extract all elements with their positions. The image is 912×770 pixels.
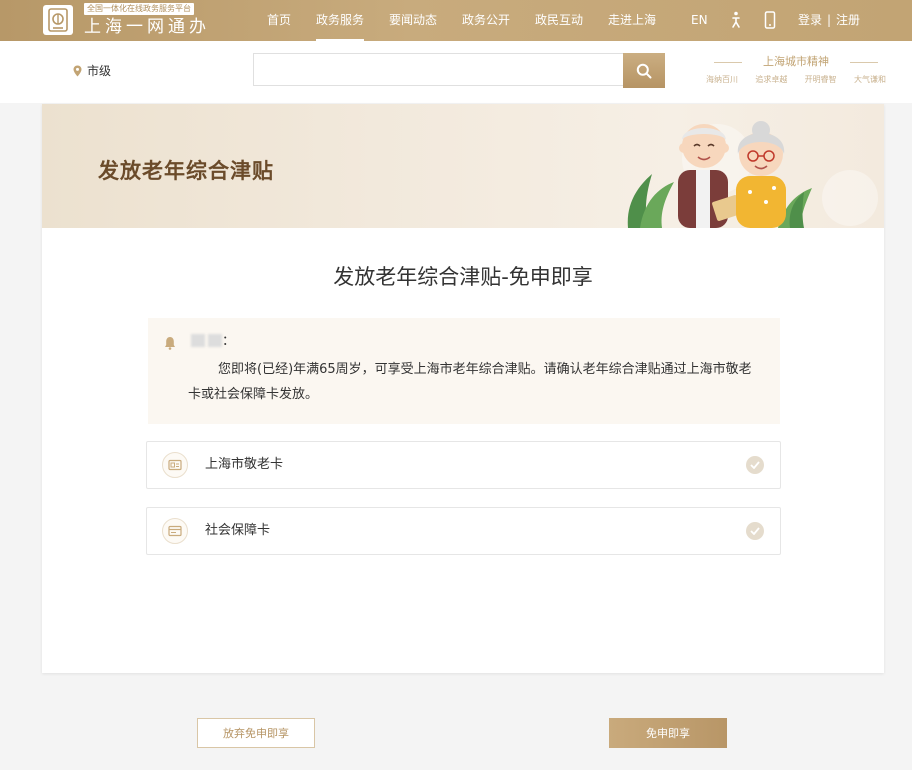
language-toggle[interactable]: EN [691, 12, 708, 28]
option-label: 上海市敬老卡 [205, 457, 284, 472]
option-senior-card[interactable]: 上海市敬老卡 [146, 441, 781, 489]
banner-title: 发放老年综合津贴 [98, 159, 274, 183]
notice-body: 您即将(已经)年满65周岁，可享受上海市老年综合津贴。请确认老年综合津贴通过上海… [188, 362, 752, 402]
search-row: 市级 上海城市精神 海纳百川 追求卓越 开明睿智 大气谦和 [0, 41, 912, 103]
city-spirit-item: 开明睿智 [804, 75, 837, 84]
login-register-separator: | [827, 13, 832, 27]
city-spirit-item: 海纳百川 [706, 75, 738, 84]
top-nav-bar: 全国一体化在线政务服务平台 上海一网通办 首页 政务服务 要闻动态 政务公开 政… [0, 0, 912, 41]
site-logo-icon[interactable] [43, 5, 73, 35]
id-card-icon [162, 518, 188, 544]
service-card: 发放老年综合津贴 发放老年综合津贴-免申即享 ： 您即将(已经)年满65周岁，可… [42, 104, 884, 673]
nav-gov-disclosure[interactable]: 政务公开 [462, 12, 510, 28]
page-heading: 发放老年综合津贴-免申即享 [333, 265, 593, 289]
location-pin-icon [73, 65, 82, 76]
register-link[interactable]: 注册 [836, 12, 860, 28]
nav-about-shanghai[interactable]: 走进上海 [608, 12, 656, 28]
bell-icon [165, 337, 175, 350]
location-label: 市级 [87, 64, 112, 78]
card-icon [162, 452, 188, 478]
search-button[interactable] [623, 53, 665, 88]
option-label: 社会保障卡 [205, 523, 271, 538]
nav-home[interactable]: 首页 [267, 12, 291, 28]
city-spirit-item: 追求卓越 [755, 75, 788, 84]
location-selector[interactable]: 市级 [73, 62, 111, 79]
search-input[interactable] [253, 53, 623, 86]
city-spirit-item: 大气谦和 [853, 75, 886, 84]
greeting-suffix: ： [222, 334, 236, 349]
recipient-name: ： [188, 333, 235, 351]
login-link[interactable]: 登录 [798, 12, 822, 28]
mobile-icon[interactable] [764, 11, 776, 33]
accessibility-icon[interactable] [729, 11, 743, 33]
city-spirit-title: 上海城市精神 [706, 55, 886, 69]
redacted-name [208, 334, 222, 347]
redacted-name [191, 334, 205, 347]
nav-news[interactable]: 要闻动态 [389, 12, 437, 28]
check-icon[interactable] [746, 522, 764, 540]
confirm-button[interactable]: 免申即享 [609, 718, 727, 748]
logo-subtitle: 全国一体化在线政务服务平台 [84, 3, 194, 15]
service-banner: 发放老年综合津贴 [42, 104, 884, 228]
banner-decor-circle [822, 170, 878, 226]
logo-title[interactable]: 上海一网通办 [84, 16, 210, 38]
elderly-couple-illustration [627, 121, 812, 228]
city-spirit-slogan: 上海城市精神 海纳百川 追求卓越 开明睿智 大气谦和 [706, 55, 886, 85]
check-icon[interactable] [746, 456, 764, 474]
search-icon [636, 63, 652, 78]
give-up-button[interactable]: 放弃免申即享 [197, 718, 315, 748]
option-social-security-card[interactable]: 社会保障卡 [146, 507, 781, 555]
nav-interaction[interactable]: 政民互动 [535, 12, 583, 28]
nav-gov-services[interactable]: 政务服务 [316, 12, 365, 41]
eligibility-notice: ： 您即将(已经)年满65周岁，可享受上海市老年综合津贴。请确认老年综合津贴通过… [148, 318, 780, 424]
